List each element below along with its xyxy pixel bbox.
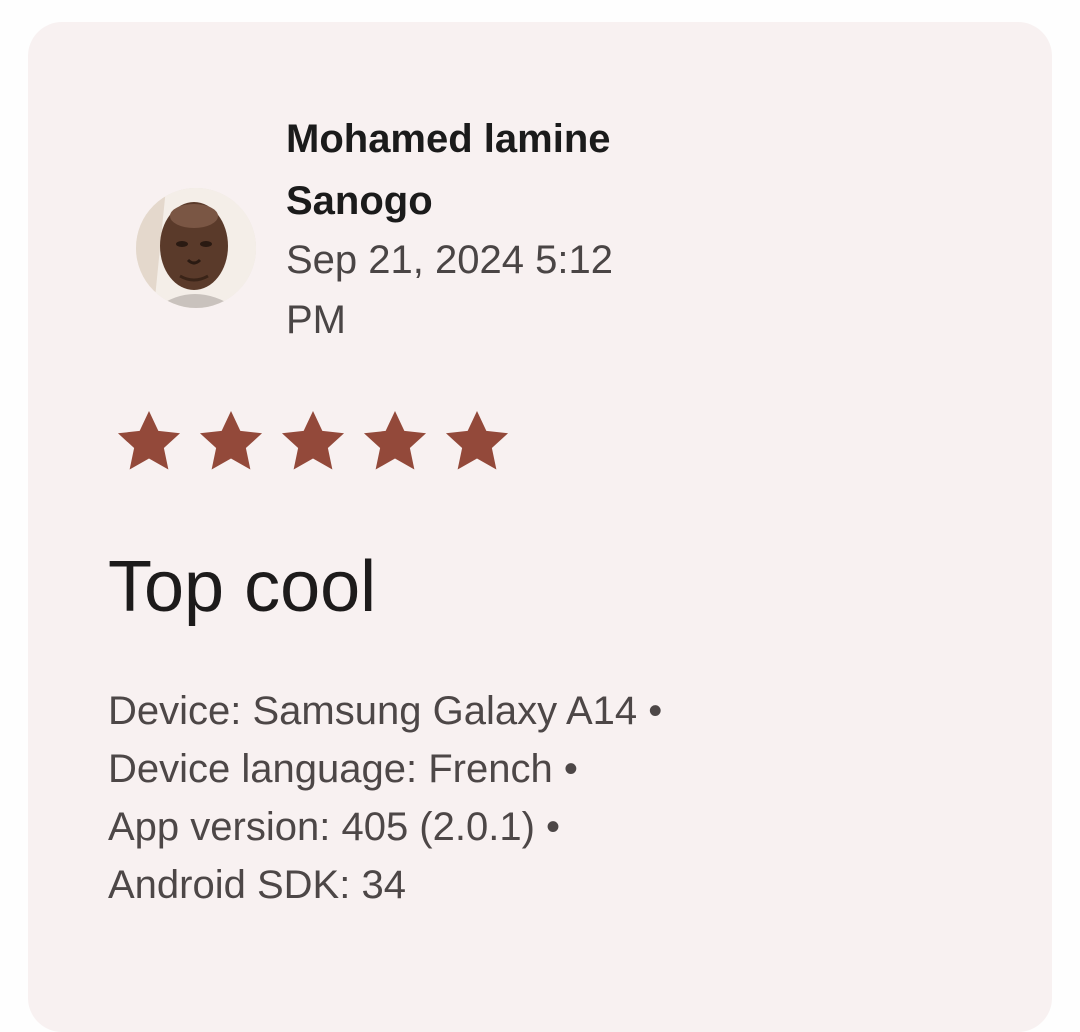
star-icon [192,404,270,480]
avatar [136,188,256,308]
review-date-line2: PM [286,298,346,342]
author-name-line2: Sanogo [286,179,433,223]
star-rating [110,404,516,480]
device-details: Device: Samsung Galaxy A14 • Device lang… [108,682,868,914]
review-author: Mohamed lamine Sanogo [286,108,706,232]
review-card: Mohamed lamine Sanogo Sep 21, 2024 5:12 … [28,22,1052,1032]
device-detail-line: App version: 405 (2.0.1) • [108,805,561,849]
user-photo-icon [136,188,256,308]
star-icon [438,404,516,480]
star-icon [356,404,434,480]
device-detail-line: Device: Samsung Galaxy A14 • [108,689,663,733]
review-date-line1: Sep 21, 2024 5:12 [286,238,613,282]
device-detail-line: Device language: French • [108,747,578,791]
star-icon [110,404,188,480]
review-title: Top cool [108,547,377,627]
review-date: Sep 21, 2024 5:12 PM [286,230,686,350]
author-name-line1: Mohamed lamine [286,117,611,161]
device-detail-line: Android SDK: 34 [108,863,406,907]
star-icon [274,404,352,480]
